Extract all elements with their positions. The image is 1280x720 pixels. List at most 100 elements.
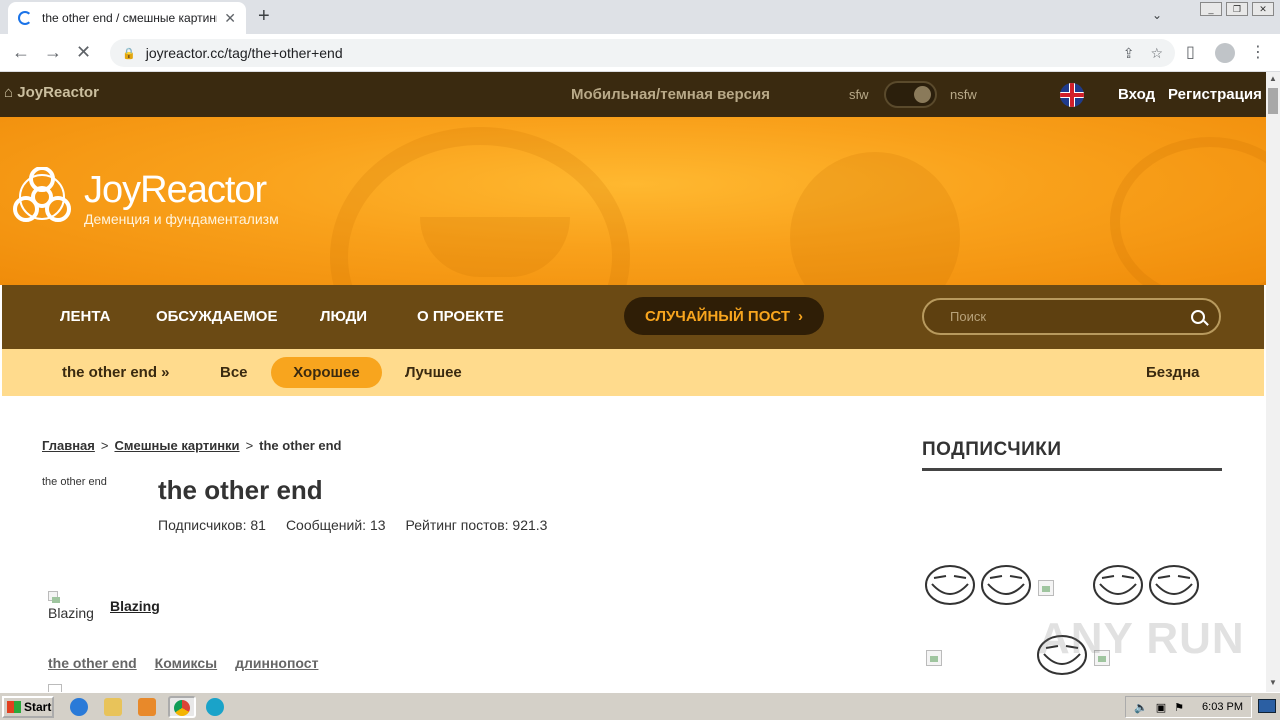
windows-logo-icon xyxy=(7,701,21,713)
search-icon[interactable] xyxy=(1191,309,1205,324)
explorer-folder-icon[interactable] xyxy=(104,698,122,716)
tab-title: the other end / смешные картинки и други… xyxy=(42,11,217,25)
breadcrumb: Главная > Смешные картинки > the other end xyxy=(42,438,342,453)
sfw-label: sfw xyxy=(849,87,869,102)
window-controls: _ ❐ ✕ xyxy=(1200,2,1274,16)
posts-rating: Рейтинг постов: 921.3 xyxy=(405,517,548,533)
subscribers-title: ПОДПИСЧИКИ xyxy=(922,439,1062,460)
tab-search-chevron-icon[interactable]: ⌄ xyxy=(1152,8,1162,22)
side-panel-icon[interactable]: ▯ xyxy=(1186,42,1195,62)
main-content: Главная > Смешные картинки > the other end t… xyxy=(2,396,1264,692)
register-link[interactable]: Регистрация xyxy=(1168,86,1262,103)
start-button[interactable]: Start xyxy=(2,696,54,718)
volume-icon[interactable]: 🔈 xyxy=(1134,701,1148,714)
action-center-flag-icon[interactable]: ⚑ xyxy=(1174,701,1184,714)
subscriber-avatar[interactable] xyxy=(980,564,1032,606)
tag-subnav: the other end » Все Хорошее Лучшее Бездн… xyxy=(2,349,1264,396)
tag-menu-link[interactable]: the other end » xyxy=(62,364,170,381)
media-player-icon[interactable] xyxy=(138,698,156,716)
browser-tab[interactable]: the other end / смешные картинки и други… xyxy=(8,2,246,34)
author-link[interactable]: Blazing xyxy=(110,598,160,614)
sfw-nsfw-toggle[interactable] xyxy=(884,81,937,108)
random-post-button[interactable]: СЛУЧАЙНЫЙ ПОСТ › xyxy=(624,297,824,335)
close-window-icon[interactable]: ✕ xyxy=(1252,2,1274,16)
breadcrumb-current: the other end xyxy=(259,438,342,453)
scroll-down-icon[interactable]: ▼ xyxy=(1269,678,1277,687)
mobile-version-link[interactable]: Мобильная/темная версия xyxy=(571,86,770,103)
site-header-banner: JoyReactor Деменция и фундаментализм xyxy=(0,117,1266,285)
post-tag[interactable]: длиннопост xyxy=(235,655,318,671)
browser-menu-icon[interactable]: ⋮ xyxy=(1250,42,1266,62)
windows-taskbar: Start 🔈 ▣ ⚑ 6:03 PM xyxy=(0,692,1280,720)
tag-image: the other end xyxy=(42,476,107,488)
page-scrollbar[interactable]: ▲ ▼ xyxy=(1266,72,1280,692)
share-icon[interactable]: ⇪ xyxy=(1123,45,1135,62)
logo-tagline: Деменция и фундаментализм xyxy=(84,211,279,227)
web-page: ⌂ JoyReactor Мобильная/темная версия sfw… xyxy=(0,72,1266,692)
ie-icon[interactable] xyxy=(70,698,88,716)
filter-all[interactable]: Все xyxy=(220,364,248,381)
nsfw-label: nsfw xyxy=(950,87,977,102)
breadcrumb-home[interactable]: Главная xyxy=(42,438,95,453)
scroll-up-icon[interactable]: ▲ xyxy=(1269,74,1277,83)
forward-arrow-icon[interactable]: → xyxy=(44,42,62,63)
search-input[interactable] xyxy=(950,309,1170,324)
loading-spinner-icon xyxy=(18,11,32,25)
home-link[interactable]: ⌂ JoyReactor xyxy=(4,84,99,101)
filter-best[interactable]: Лучшее xyxy=(405,364,462,381)
post-image-placeholder xyxy=(48,684,62,692)
author-avatar[interactable]: Blazing xyxy=(48,588,103,622)
radiation-symbol-bg xyxy=(790,152,960,285)
post-tag[interactable]: Комиксы xyxy=(155,655,217,671)
page-title: the other end xyxy=(158,475,323,505)
main-navigation: ЛЕНТА ОБСУЖДАЕМОЕ ЛЮДИ О ПРОЕКТЕ СЛУЧАЙН… xyxy=(2,285,1264,349)
breadcrumb-funny-pictures[interactable]: Смешные картинки xyxy=(114,438,239,453)
browser-tabstrip: the other end / смешные картинки и други… xyxy=(0,0,1280,34)
back-arrow-icon[interactable]: ← xyxy=(12,42,30,63)
browser-toolbar: ← → ✕ 🔒 joyreactor.cc/tag/the+other+end … xyxy=(0,34,1280,72)
messages-count: Сообщений: 13 xyxy=(285,517,386,533)
nav-feed[interactable]: ЛЕНТА xyxy=(60,308,110,325)
stop-loading-icon[interactable]: ✕ xyxy=(76,42,91,63)
random-post-label: СЛУЧАЙНЫЙ ПОСТ xyxy=(644,307,790,325)
bookmark-star-icon[interactable]: ☆ xyxy=(1150,45,1163,62)
anyrun-watermark: ANY RUN xyxy=(1038,614,1245,663)
subscriber-avatar-broken[interactable] xyxy=(1038,580,1054,596)
nav-people[interactable]: ЛЮДИ xyxy=(320,308,367,325)
biohazard-logo-icon[interactable] xyxy=(6,167,78,233)
subscriber-avatar[interactable] xyxy=(924,564,976,606)
post-tag[interactable]: the other end xyxy=(48,655,137,671)
tab-close-icon[interactable]: ✕ xyxy=(224,10,236,27)
post-tags: the other end Комиксы длиннопост xyxy=(48,655,318,671)
filter-abyss[interactable]: Бездна xyxy=(1146,364,1200,381)
subscriber-avatar[interactable] xyxy=(1092,564,1144,606)
nav-discussed[interactable]: ОБСУЖДАЕМОЕ xyxy=(156,308,277,325)
trollface-bg xyxy=(1110,137,1266,285)
new-tab-icon[interactable]: + xyxy=(258,5,270,28)
uk-flag-icon[interactable] xyxy=(1060,83,1084,107)
system-tray: 🔈 ▣ ⚑ 6:03 PM xyxy=(1125,696,1252,718)
login-link[interactable]: Вход xyxy=(1118,86,1155,103)
subscriber-avatar[interactable] xyxy=(1148,564,1200,606)
sidebar-divider xyxy=(922,468,1222,471)
clock[interactable]: 6:03 PM xyxy=(1202,701,1243,713)
filter-good[interactable]: Хорошее xyxy=(271,357,382,388)
address-bar[interactable]: 🔒 joyreactor.cc/tag/the+other+end ⇪ ☆ xyxy=(110,39,1175,67)
show-desktop-icon[interactable] xyxy=(1258,699,1276,713)
nav-about[interactable]: О ПРОЕКТЕ xyxy=(417,308,504,325)
subscriber-avatar-broken[interactable] xyxy=(926,650,942,666)
minimize-icon[interactable]: _ xyxy=(1200,2,1222,16)
network-icon[interactable]: ▣ xyxy=(1156,701,1166,714)
lock-icon[interactable]: 🔒 xyxy=(122,47,136,60)
url-text[interactable]: joyreactor.cc/tag/the+other+end xyxy=(146,45,343,61)
subscribers-count: Подписчиков: 81 xyxy=(158,517,266,533)
logo-name[interactable]: JoyReactor xyxy=(84,169,267,212)
edge-icon[interactable] xyxy=(206,698,224,716)
profile-avatar-icon[interactable] xyxy=(1215,43,1235,68)
restore-icon[interactable]: ❐ xyxy=(1226,2,1248,16)
site-topbar: ⌂ JoyReactor Мобильная/темная версия sfw… xyxy=(0,72,1266,117)
chevron-right-icon: › xyxy=(798,307,803,325)
tag-stats: Подписчиков: 81 Сообщений: 13 Рейтинг по… xyxy=(158,517,547,533)
chrome-taskbar-button[interactable] xyxy=(168,696,196,718)
scrollbar-thumb[interactable] xyxy=(1268,88,1278,114)
